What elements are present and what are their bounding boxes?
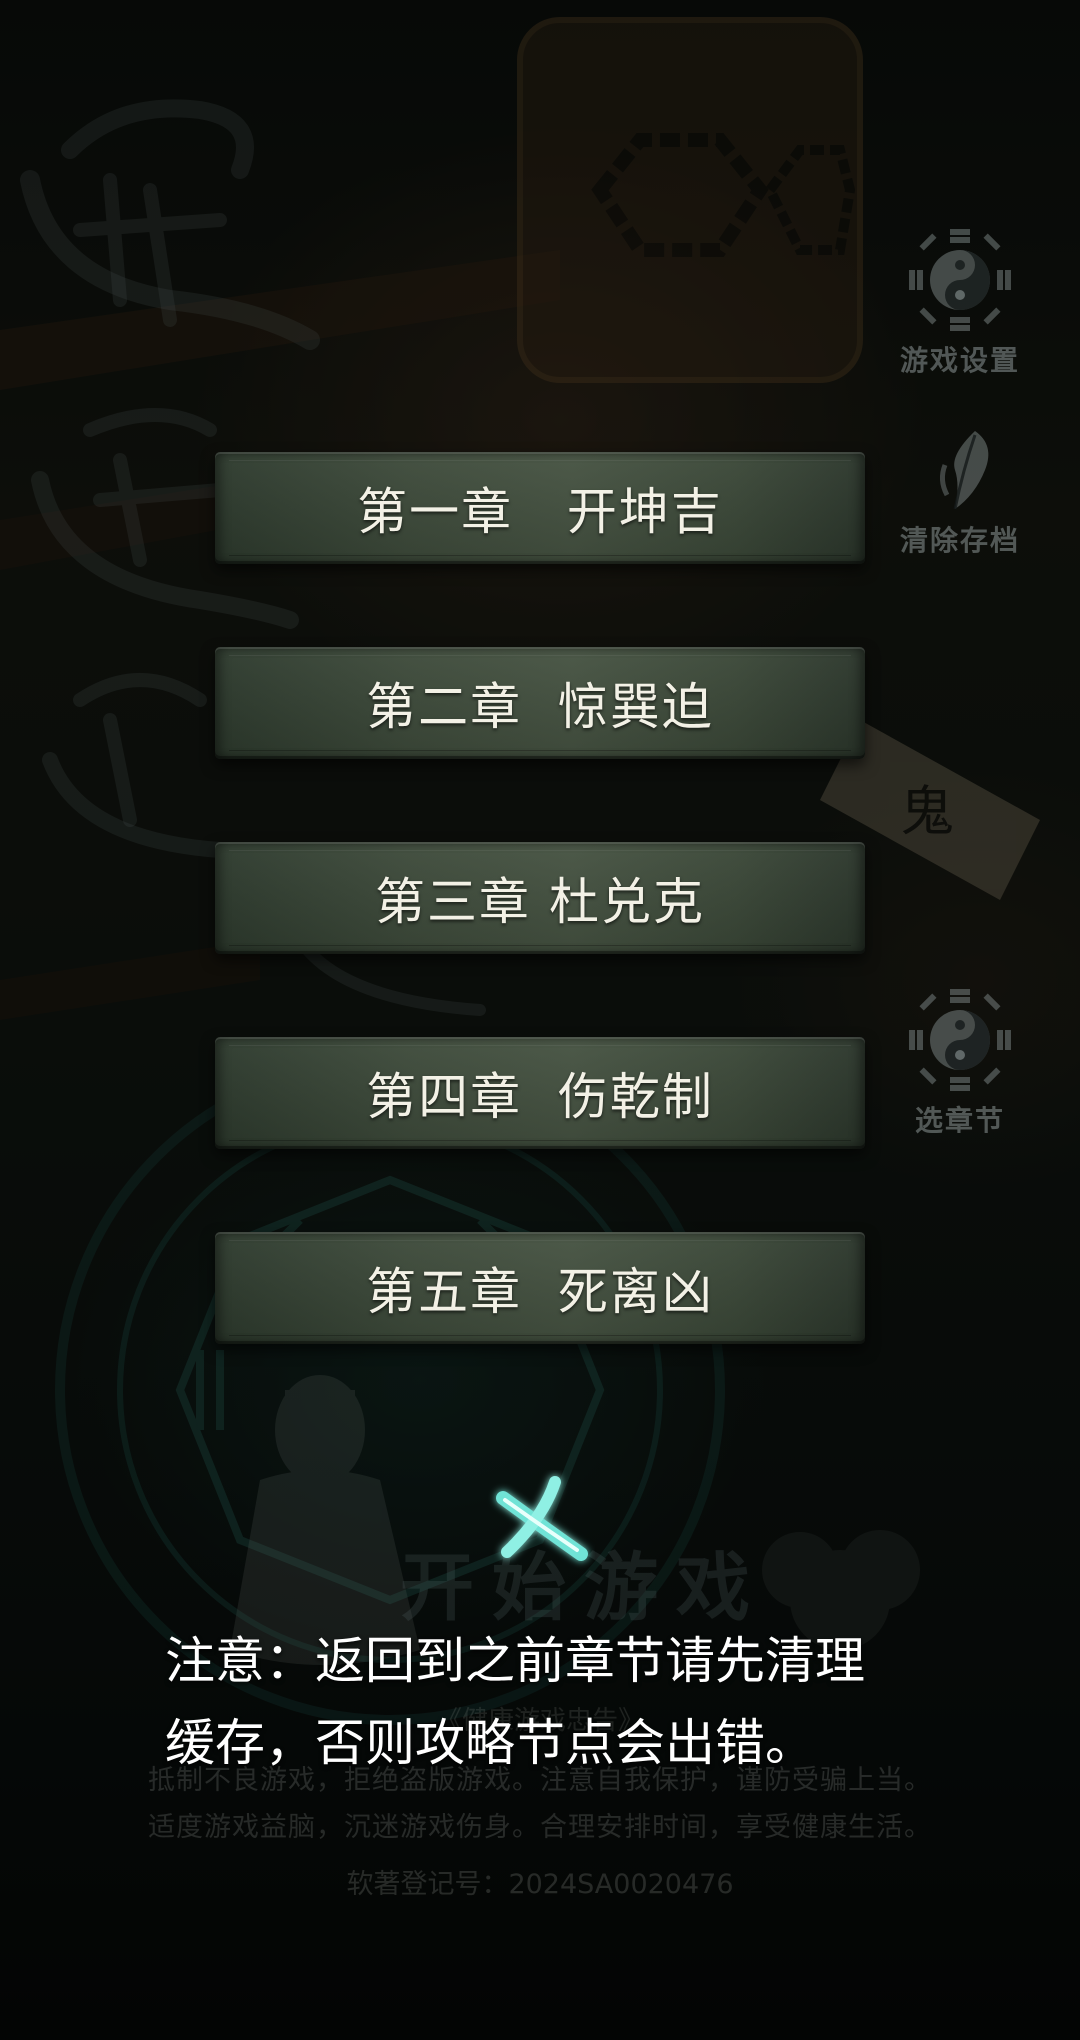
close-x-icon[interactable] [485, 1470, 595, 1570]
chapter-2-label: 第二章 惊巽迫 [366, 678, 714, 736]
chapter-4-label: 第四章 伤乾制 [366, 1068, 714, 1126]
chapter-1-button[interactable]: 第一章 开坤吉 [215, 452, 865, 564]
feather-brush-icon [939, 431, 989, 510]
clear-save-label: 清除存档 [899, 524, 1020, 557]
select-chapter-label: 选章节 [914, 1104, 1005, 1137]
chapter-3-button[interactable]: 第三章 杜兑克 [215, 842, 865, 954]
game-settings-label: 游戏设置 [899, 344, 1020, 377]
taiji-bagua-icon [909, 989, 1011, 1091]
taiji-bagua-icon [909, 229, 1011, 331]
game-settings-button[interactable]: 游戏设置 [880, 225, 1040, 379]
chapter-5-button[interactable]: 第五章 死离凶 [215, 1232, 865, 1344]
health-advice-line-2: 适度游戏益脑，沉迷游戏伤身。合理安排时间，享受健康生活。 [148, 1812, 932, 1843]
chapter-5-label: 第五章 死离凶 [366, 1263, 714, 1321]
clear-save-button[interactable]: 清除存档 [880, 425, 1040, 559]
software-registration-number: 软著登记号：2024SA0020476 [346, 1869, 734, 1900]
chapter-2-button[interactable]: 第二章 惊巽迫 [215, 647, 865, 759]
chapter-select-screen: 鬼 开始游戏 《健康游戏忠告》 抵制不良游戏，拒绝盗版游戏。注意自我保护，谨防受… [0, 0, 1080, 2040]
chapter-1-label: 第一章 开坤吉 [357, 483, 723, 541]
cache-notice-text: 注意：返回到之前章节请先清理缓存，否则攻略节点会出错。 [165, 1632, 865, 1772]
chapter-4-button[interactable]: 第四章 伤乾制 [215, 1037, 865, 1149]
select-chapter-button[interactable]: 选章节 [880, 985, 1040, 1139]
chapter-3-label: 第三章 杜兑克 [375, 873, 705, 931]
